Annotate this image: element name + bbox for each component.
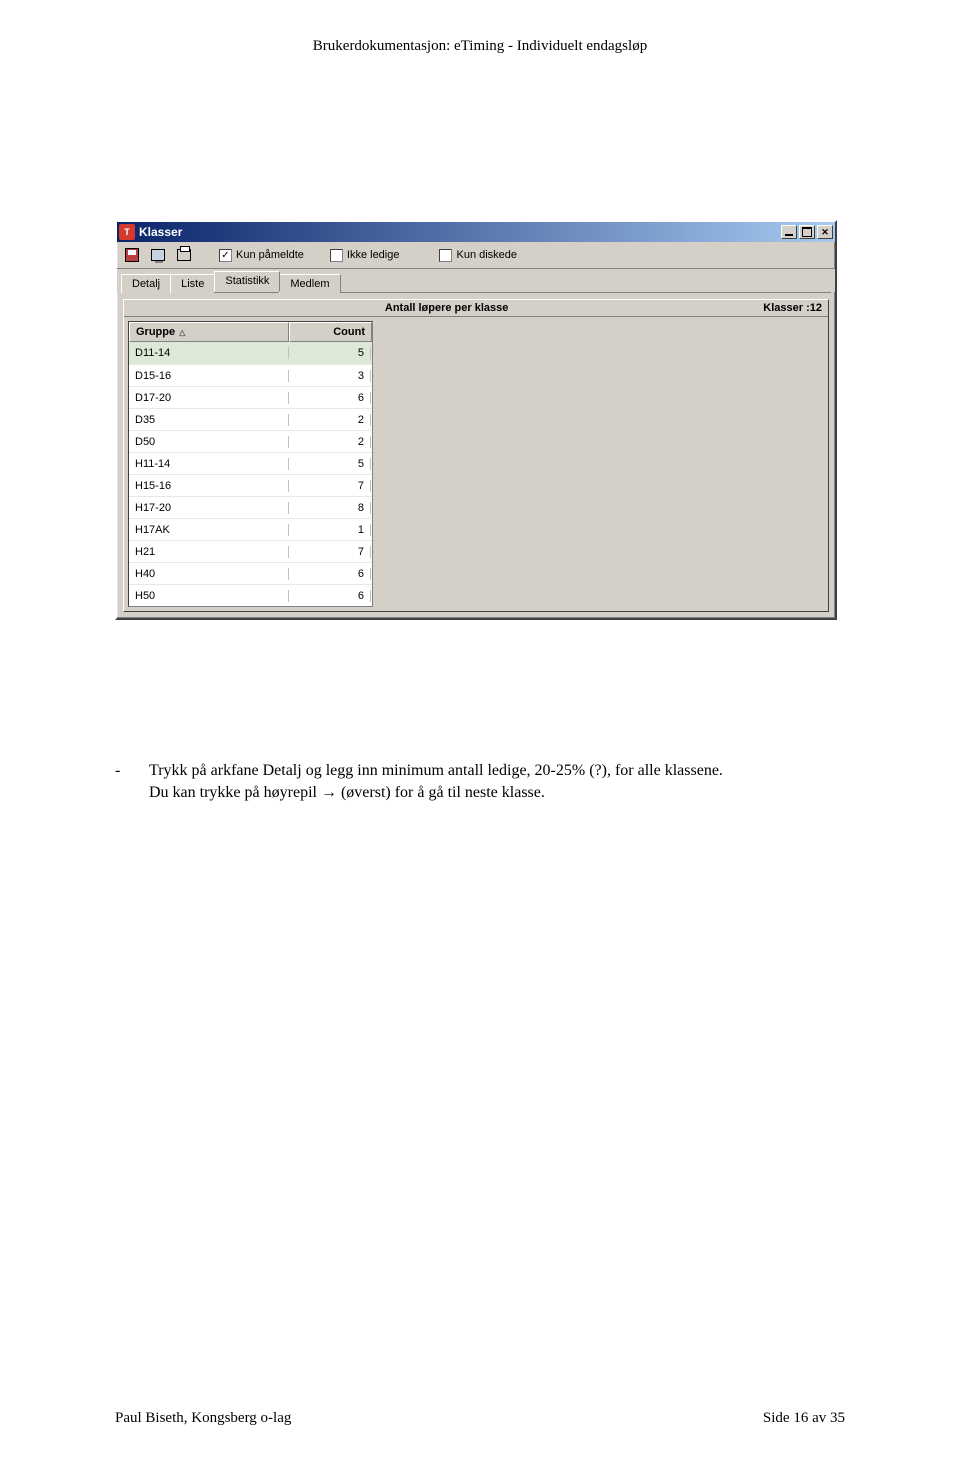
table-row[interactable]: H15-167 [129,474,372,496]
app-icon: T [119,224,135,240]
tab-statistikk[interactable]: Statistikk [214,271,280,292]
minimize-button[interactable] [781,225,797,239]
col-header-gruppe[interactable]: Gruppe △ [129,322,289,342]
cell-group: D17-20 [129,392,289,404]
stats-grid: Gruppe △ Count D11-145D15-163D17-206D352… [128,321,373,607]
checkbox-icon: ✓ [219,249,232,262]
cell-count: 3 [289,370,371,382]
body-line-1: Trykk på arkfane Detalj og legg inn mini… [149,762,723,779]
cell-count: 6 [289,568,371,580]
checkbox-icon [439,249,452,262]
footer-page-number: Side 16 av 35 [763,1410,845,1427]
tab-medlem[interactable]: Medlem [279,274,340,293]
table-row[interactable]: H406 [129,562,372,584]
print-icon[interactable] [175,246,193,264]
tab-liste[interactable]: Liste [170,274,215,293]
cell-count: 1 [289,524,371,536]
table-row[interactable]: D502 [129,430,372,452]
save-icon[interactable] [123,246,141,264]
close-button[interactable] [817,225,833,239]
tab-detalj[interactable]: Detalj [121,274,171,293]
monitor-icon[interactable] [149,246,167,264]
right-arrow-icon: → [321,784,337,801]
checkbox-label: Kun påmeldte [236,249,304,261]
cell-count: 7 [289,546,371,558]
cell-group: H15-16 [129,480,289,492]
cell-group: H50 [129,590,289,602]
window-title: Klasser [139,225,781,239]
cell-count: 2 [289,414,371,426]
cell-count: 8 [289,502,371,514]
table-row[interactable]: H11-145 [129,452,372,474]
cell-group: D50 [129,436,289,448]
cell-count: 5 [289,347,371,359]
table-row[interactable]: H17-208 [129,496,372,518]
cell-count: 6 [289,392,371,404]
cell-group: H21 [129,546,289,558]
body-line-2b: (øverst) for å gå til neste klasse. [337,784,545,801]
bullet-dash: - [115,760,149,803]
table-row[interactable]: D15-163 [129,364,372,386]
kun-diskede-checkbox[interactable]: Kun diskede [439,249,517,262]
tab-strip: Detalj Liste Statistikk Medlem [117,269,835,292]
footer-author: Paul Biseth, Kongsberg o-lag [115,1410,291,1427]
cell-count: 2 [289,436,371,448]
cell-group: D35 [129,414,289,426]
cell-group: H17AK [129,524,289,536]
table-row[interactable]: D17-206 [129,386,372,408]
table-row[interactable]: D352 [129,408,372,430]
ikke-ledige-checkbox[interactable]: Ikke ledige [330,249,400,262]
cell-group: D11-14 [129,347,289,359]
klasser-count-label: Klasser :12 [763,302,822,314]
cell-count: 5 [289,458,371,470]
cell-group: H40 [129,568,289,580]
table-row[interactable]: D11-145 [129,342,372,364]
body-line-2a: Du kan trykke på høyrepil [149,784,321,801]
table-row[interactable]: H17AK1 [129,518,372,540]
panel-title: Antall løpere per klasse [130,302,763,314]
stats-panel: Antall løpere per klasse Klasser :12 Gru… [123,299,829,612]
document-body-text: - Trykk på arkfane Detalj og legg inn mi… [115,760,835,803]
screenshot-figure: T Klasser ✓ Kun påmeldte Ikke ledige [115,220,837,620]
klasser-window: T Klasser ✓ Kun påmeldte Ikke ledige [115,220,837,620]
cell-group: H11-14 [129,458,289,470]
col-header-count[interactable]: Count [289,322,372,342]
page-header: Brukerdokumentasjon: eTiming - Individue… [0,0,960,55]
sort-asc-icon: △ [179,328,185,337]
checkbox-label: Kun diskede [456,249,517,261]
cell-count: 7 [289,480,371,492]
cell-count: 6 [289,590,371,602]
table-row[interactable]: H506 [129,584,372,606]
cell-group: H17-20 [129,502,289,514]
toolbar: ✓ Kun påmeldte Ikke ledige Kun diskede [117,242,835,269]
checkbox-label: Ikke ledige [347,249,400,261]
table-row[interactable]: H217 [129,540,372,562]
checkbox-icon [330,249,343,262]
kun-pameldte-checkbox[interactable]: ✓ Kun påmeldte [219,249,304,262]
titlebar: T Klasser [117,222,835,242]
cell-group: D15-16 [129,370,289,382]
maximize-button[interactable] [799,225,815,239]
